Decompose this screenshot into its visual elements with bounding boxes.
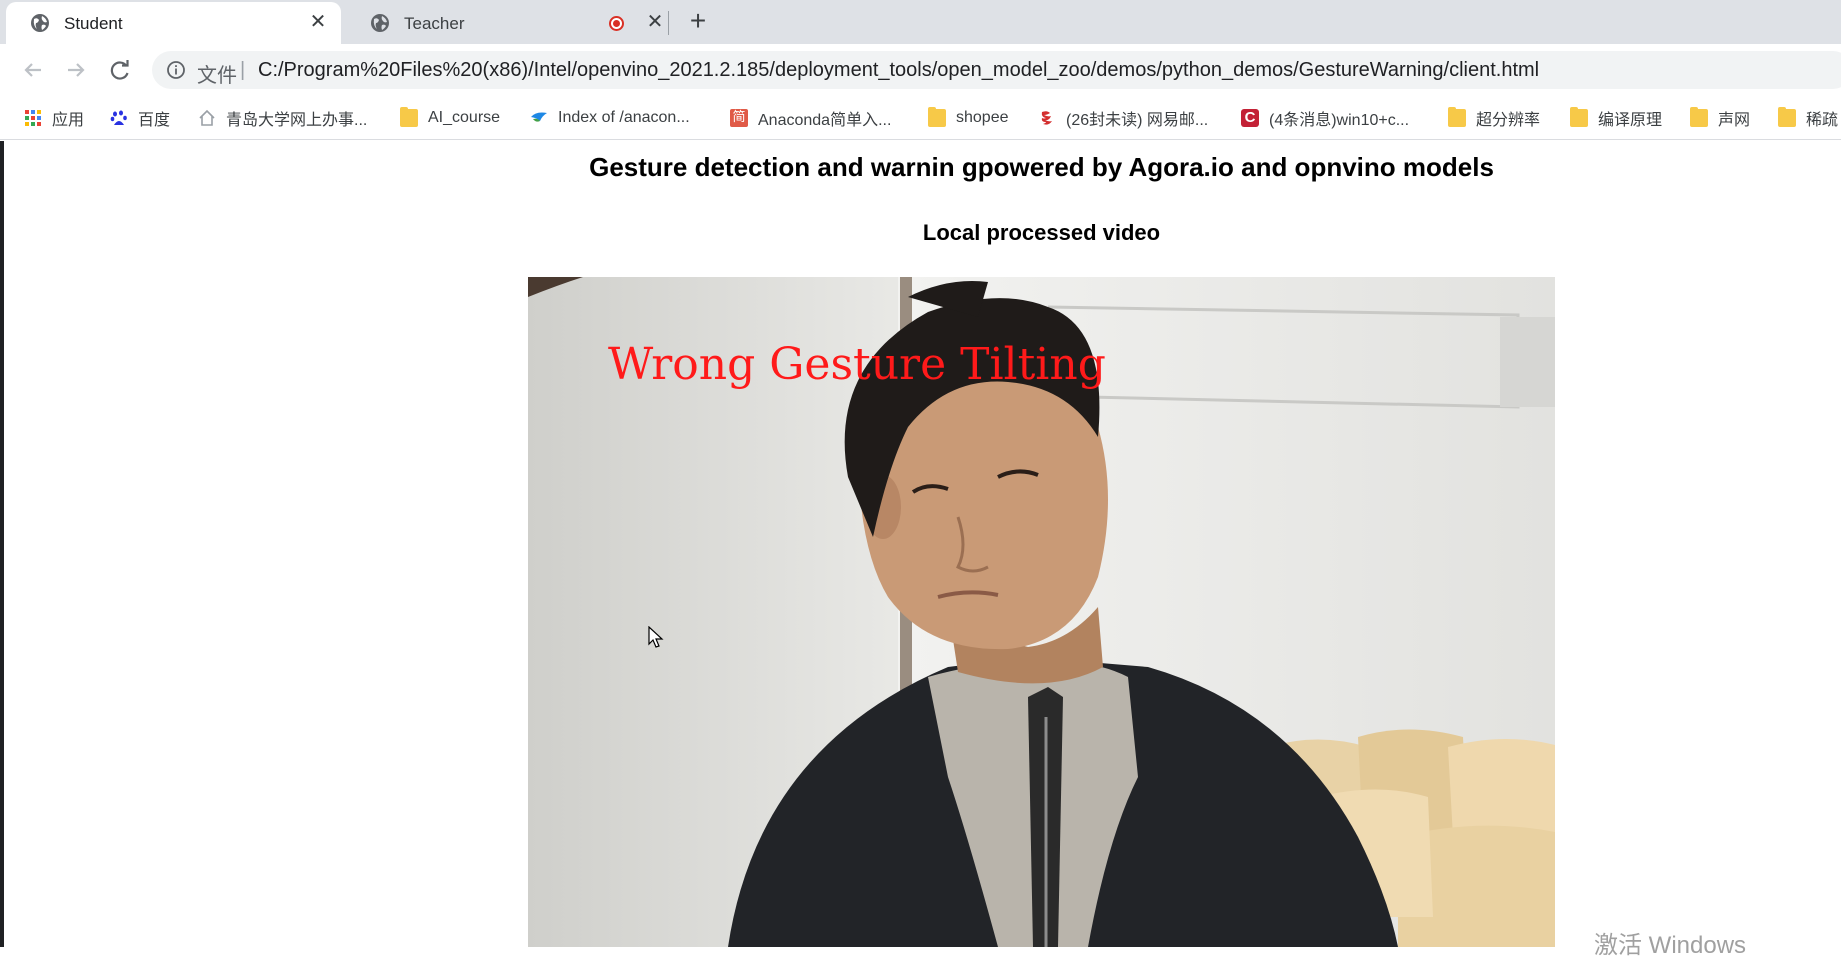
windows-activation-watermark: 激活 Windows <box>1594 932 1747 959</box>
bookmark-label: 青岛大学网上办事... <box>226 112 368 129</box>
window-edge <box>0 141 4 947</box>
folder-icon <box>928 107 946 127</box>
new-tab-button[interactable]: + <box>684 7 712 36</box>
jian-icon: 简 <box>730 109 748 127</box>
bookmark-label: 声网 <box>1718 112 1751 129</box>
bookmark-csdn[interactable]: C (4条消息)win10+c... <box>1241 107 1409 129</box>
bookmark-shopee[interactable]: shopee <box>928 107 1009 129</box>
bookmark-baidu[interactable]: 百度 <box>110 107 170 129</box>
reload-icon[interactable] <box>106 56 134 84</box>
bookmark-label: Anaconda简单入... <box>758 112 892 129</box>
url-divider: | <box>240 59 246 81</box>
bookmark-label: shopee <box>956 109 1009 126</box>
bookmark-anaconda-index[interactable]: Index of /anacon... <box>530 107 690 129</box>
page-title: Gesture detection and warnin gpowered by… <box>589 152 1494 182</box>
recording-icon <box>609 16 624 31</box>
bookmark-anaconda-intro[interactable]: 简 Anaconda简单入... <box>730 107 891 129</box>
bookmark-compiler[interactable]: 编译原理 <box>1570 107 1662 129</box>
csdn-icon: C <box>1241 109 1259 127</box>
bookmark-ai-course[interactable]: AI_course <box>400 107 500 129</box>
tab-title: Student <box>64 14 123 33</box>
tab-title: Teacher <box>404 14 465 33</box>
bookmarks-bar: 应用 百度 青岛大学网上办事... AI_course Index of /an… <box>0 96 1841 140</box>
folder-icon <box>1690 107 1708 127</box>
globe-icon <box>371 14 389 32</box>
address-bar[interactable]: 文件 | C:/Program%20Files%20(x86)/Intel/op… <box>152 51 1841 89</box>
folder-icon <box>400 107 418 127</box>
bookmark-qdu[interactable]: 青岛大学网上办事... <box>198 107 367 129</box>
bookmark-sparse[interactable]: 稀疏 <box>1778 107 1838 129</box>
bookmark-label: 稀疏 <box>1806 112 1839 129</box>
folder-icon <box>1778 107 1796 127</box>
bookmark-label: AI_course <box>428 109 501 126</box>
close-tab-icon[interactable]: ✕ <box>307 11 329 33</box>
tab-separator <box>668 11 669 35</box>
bookmark-label: 编译原理 <box>1598 112 1663 129</box>
bookmark-agora[interactable]: 声网 <box>1690 107 1750 129</box>
home-icon <box>199 109 215 126</box>
bookmark-label: 超分辨率 <box>1476 112 1541 129</box>
section-title: Local processed video <box>922 220 1161 245</box>
tab-strip: Student ✕ Teacher ✕ + <box>0 0 1841 44</box>
toolbar: 文件 | C:/Program%20Files%20(x86)/Intel/op… <box>0 44 1841 96</box>
bookmark-netease-mail[interactable]: (26封未读) 网易邮... <box>1038 107 1208 129</box>
gesture-warning-overlay: Wrong Gesture Tilting <box>608 339 1106 390</box>
baidu-paw-icon <box>110 110 127 125</box>
bookmark-super-resolution[interactable]: 超分辨率 <box>1448 107 1540 129</box>
url-text[interactable]: C:/Program%20Files%20(x86)/Intel/openvin… <box>258 59 1539 82</box>
apps-grid-icon <box>25 110 41 126</box>
tab-student[interactable]: Student ✕ <box>6 2 341 44</box>
bookmark-label: (26封未读) 网易邮... <box>1066 112 1209 129</box>
url-scheme-label: 文件 <box>197 65 237 87</box>
bookmark-label: 应用 <box>52 112 85 129</box>
globe-icon <box>31 14 49 32</box>
netease-icon <box>1041 111 1052 125</box>
close-tab-icon[interactable]: ✕ <box>644 11 666 33</box>
bookmark-apps[interactable]: 应用 <box>24 107 84 129</box>
info-icon[interactable] <box>166 60 186 80</box>
folder-icon <box>1448 107 1466 127</box>
forward-arrow-icon[interactable] <box>62 56 90 84</box>
bookmark-label: 百度 <box>138 112 171 129</box>
tab-teacher[interactable]: Teacher ✕ <box>346 2 666 44</box>
bookmark-label: Index of /anacon... <box>558 109 690 126</box>
local-video: Wrong Gesture Tilting <box>528 277 1555 947</box>
mouse-cursor-icon <box>648 626 664 648</box>
back-arrow-icon[interactable] <box>19 56 47 84</box>
bookmark-label: (4条消息)win10+c... <box>1269 112 1410 129</box>
folder-icon <box>1570 107 1588 127</box>
bird-icon <box>531 112 547 122</box>
browser-window: Student ✕ Teacher ✕ + 文件 | C:/Program%20… <box>0 0 1841 959</box>
